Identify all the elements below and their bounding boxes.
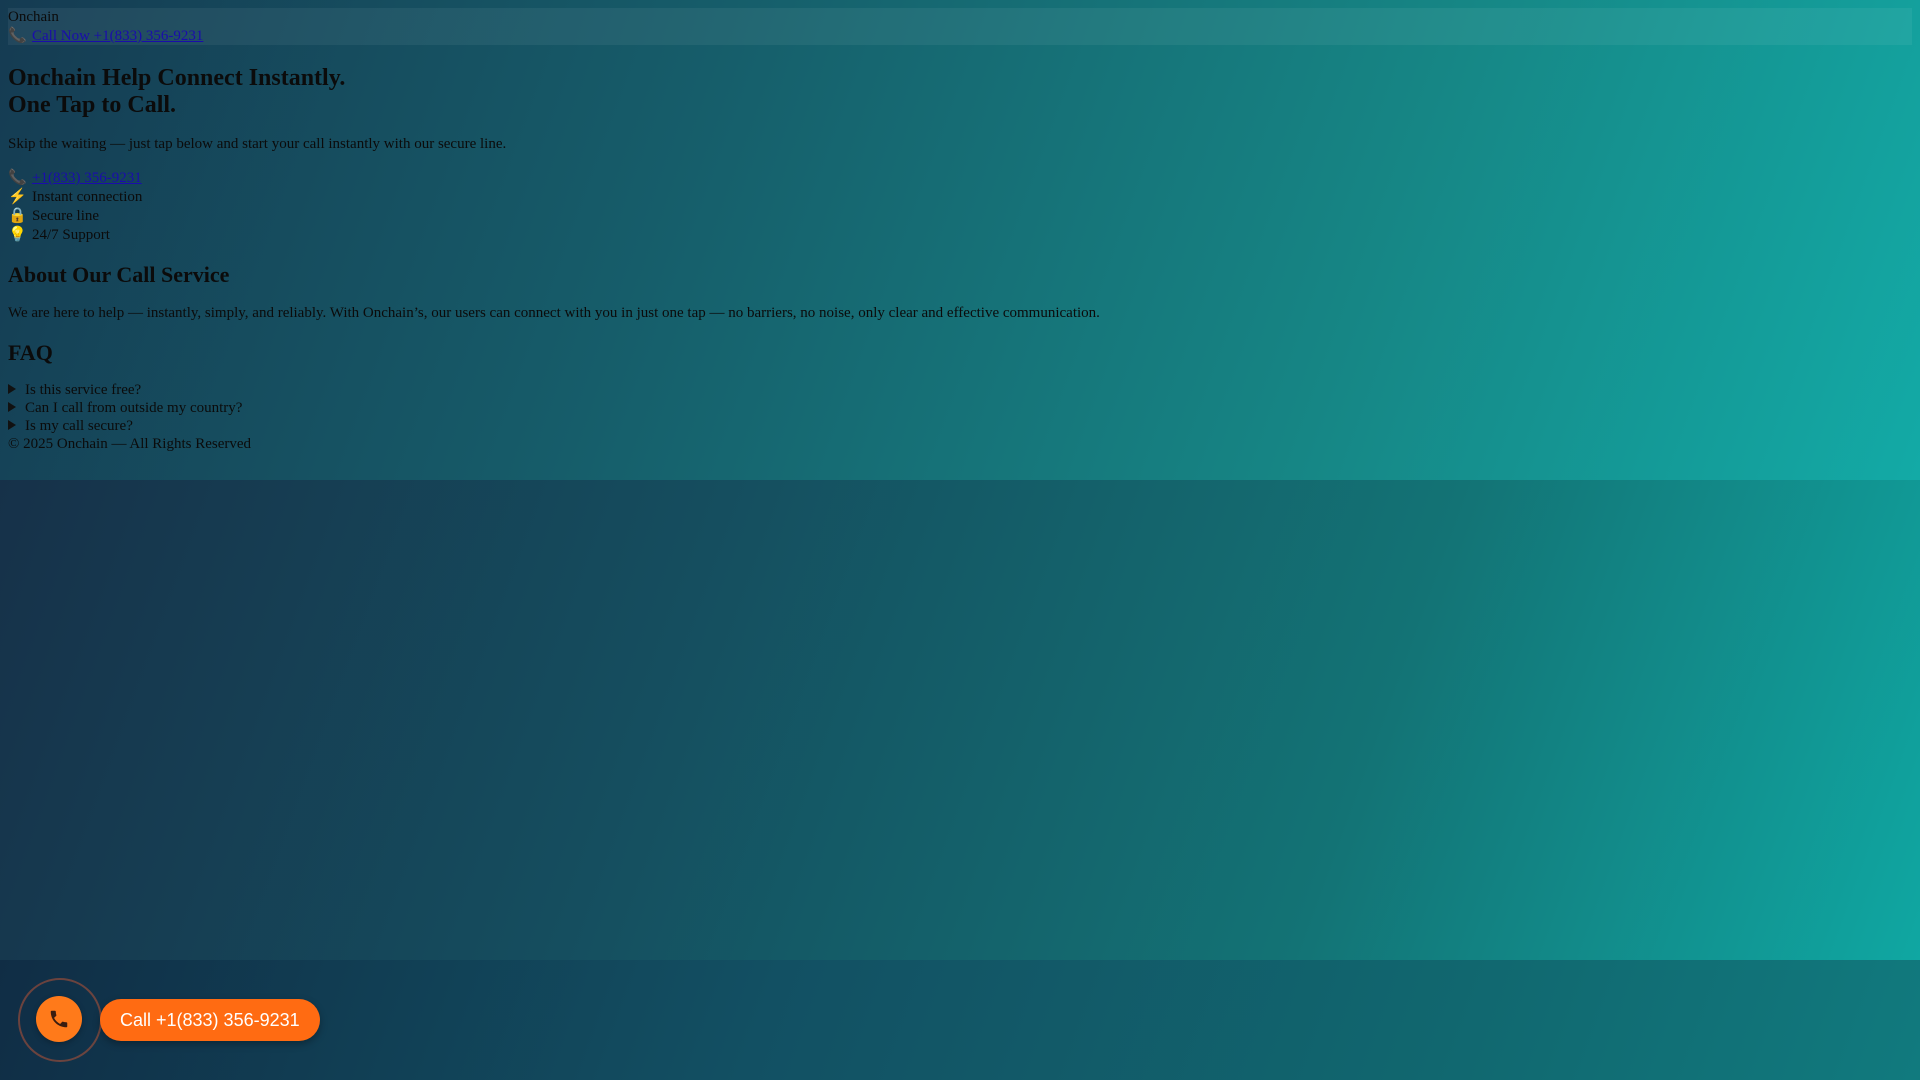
about-heading: About Our Call Service: [8, 262, 230, 287]
hero-subtitle: Skip the waiting — just tap below and st…: [8, 136, 507, 152]
feature-label: Instant connection: [32, 189, 143, 205]
lightning-icon: ⚡: [8, 189, 27, 205]
floating-call-widget: [18, 978, 102, 1062]
floating-call-cta-button[interactable]: Call +1(833) 356-9231: [100, 999, 320, 1041]
top-navbar: Onchain 📞 Call Now +1(833) 356-9231: [8, 8, 1912, 45]
feature-label: 24/7 Support: [32, 227, 110, 243]
faq-item[interactable]: Is this service free?: [8, 381, 1912, 399]
feature-item-secure: 🔒 Secure line: [8, 207, 1912, 226]
background-band-middle: [0, 480, 1920, 960]
feature-item-support: 💡 24/7 Support: [8, 226, 1912, 245]
feature-item-phone: 📞 +1(833) 356-9231: [8, 169, 1912, 188]
disclosure-triangle-icon: [8, 402, 16, 412]
faq-item[interactable]: Can I call from outside my country?: [8, 399, 1912, 417]
hero-title: Onchain Help Connect Instantly. One Tap …: [8, 65, 1912, 119]
feature-phone-link[interactable]: +1(833) 356-9231: [32, 170, 142, 186]
brand-name: Onchain: [8, 9, 59, 25]
faq-list: Is this service free? Can I call from ou…: [8, 381, 1912, 435]
footer-copyright: © 2025 Onchain — All Rights Reserved: [8, 436, 252, 452]
header-call-link[interactable]: Call Now +1(833) 356-9231: [32, 28, 203, 44]
phone-icon: [50, 1010, 68, 1028]
disclosure-triangle-icon: [8, 420, 16, 430]
faq-question: Can I call from outside my country?: [25, 400, 243, 416]
disclosure-triangle-icon: [8, 384, 16, 394]
phone-icon: 📞: [8, 28, 27, 44]
faq-heading: FAQ: [8, 340, 53, 365]
faq-question: Is my call secure?: [25, 418, 133, 434]
hero-title-line1: Onchain Help Connect Instantly.: [8, 65, 346, 91]
feature-list: 📞 +1(833) 356-9231 ⚡ Instant connection 🔒 S…: [8, 169, 1912, 245]
header-call-row: 📞 Call Now +1(833) 356-9231: [8, 27, 203, 46]
faq-question: Is this service free?: [25, 382, 142, 398]
feature-item-instant: ⚡ Instant connection: [8, 188, 1912, 207]
about-text: We are here to help — instantly, simply,…: [8, 305, 1100, 321]
page-content: Onchain 📞 Call Now +1(833) 356-9231 Oncha…: [0, 0, 1920, 453]
feature-label: Secure line: [32, 208, 100, 224]
phone-icon: 📞: [8, 170, 27, 186]
faq-item[interactable]: Is my call secure?: [8, 417, 1912, 435]
lightbulb-icon: 💡: [8, 227, 27, 243]
floating-phone-button[interactable]: [36, 996, 82, 1042]
lock-icon: 🔒: [8, 208, 27, 224]
hero-title-line2: One Tap to Call.: [8, 92, 177, 118]
